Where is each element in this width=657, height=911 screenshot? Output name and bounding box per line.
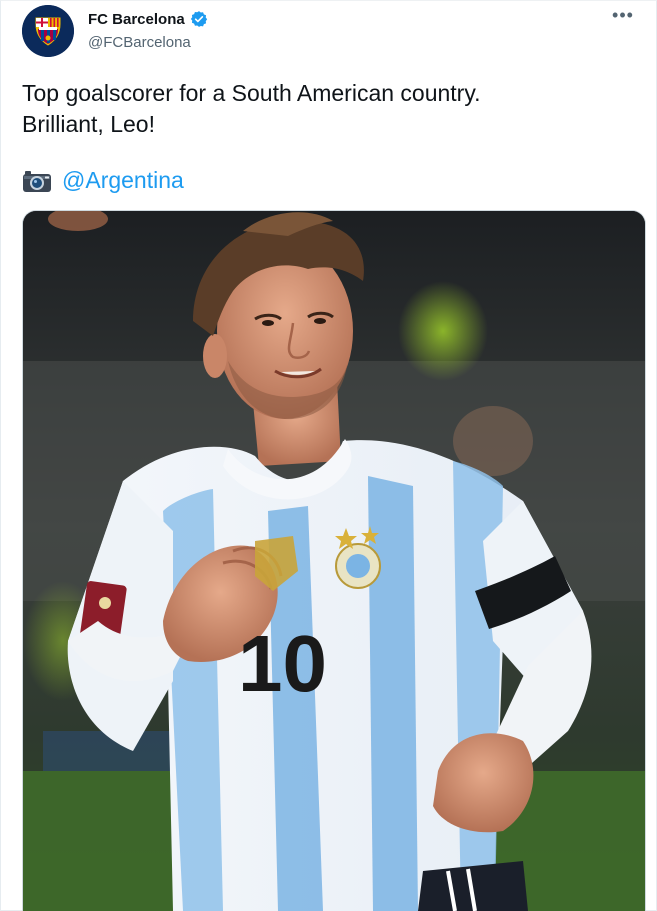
more-options-icon[interactable]: ••• — [611, 6, 635, 28]
argentina-mention-link[interactable]: @Argentina — [62, 167, 184, 194]
verified-badge-icon — [190, 11, 207, 27]
author-name-row[interactable]: FC Barcelona — [88, 10, 208, 28]
tweet-text: Top goalscorer for a South American coun… — [22, 78, 632, 140]
tweet-media-photo[interactable]: 10 — [22, 210, 646, 911]
jersey-number: 10 — [238, 619, 327, 708]
author-display-name[interactable]: FC Barcelona — [88, 11, 185, 28]
tweet-text-line: Brilliant, Leo! — [22, 111, 155, 137]
camera-icon — [23, 170, 51, 192]
player-celebration-photo: 10 — [23, 211, 645, 911]
fc-barcelona-crest-icon — [22, 5, 74, 57]
tweet-text-line: Top goalscorer for a South American coun… — [22, 80, 481, 106]
author-handle[interactable]: @FCBarcelona — [88, 34, 191, 51]
author-avatar[interactable] — [22, 5, 74, 57]
photo-credit: @Argentina — [22, 167, 184, 194]
